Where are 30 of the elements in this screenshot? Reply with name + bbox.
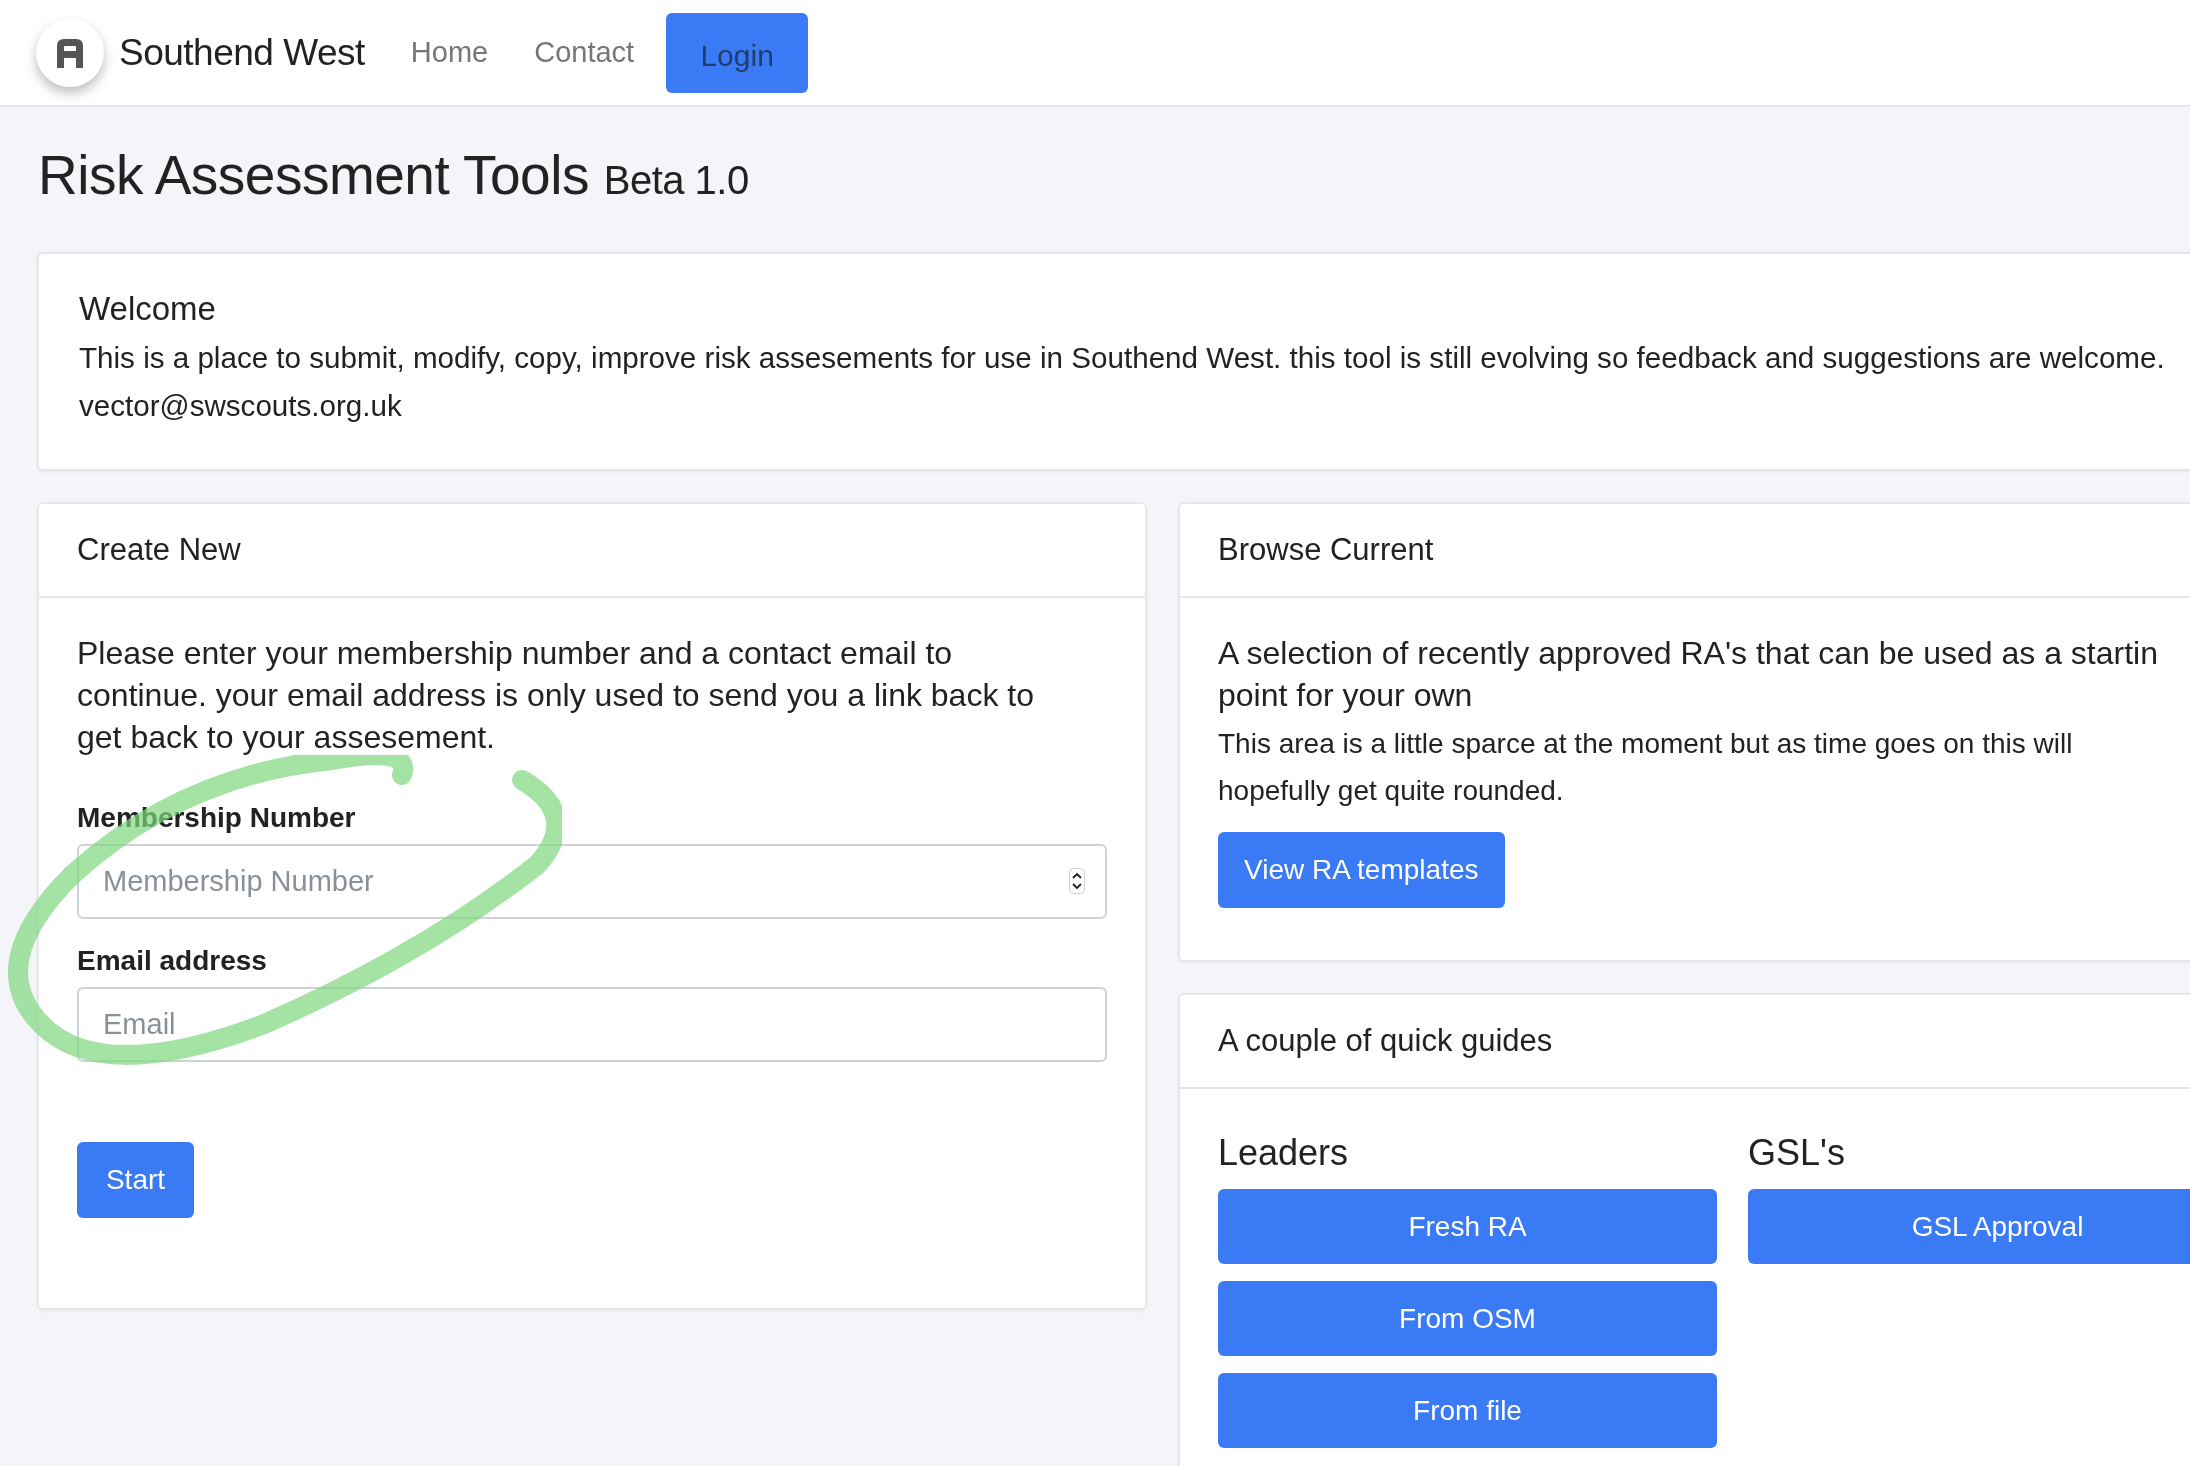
description-text: A selection of recently approved RA's that can be used as a startin bbox=[1218, 634, 2159, 673]
intro-text: Please enter your membership number and a contact email to continue. your email address is only used to send you a link back to get back to your assesement. bbox=[77, 634, 1035, 757]
card-header: A couple of quick guides bbox=[1218, 1023, 1553, 1059]
card-header: Create New bbox=[77, 532, 241, 568]
guide-button[interactable]: From OSM bbox=[1218, 1281, 1717, 1356]
welcome-title: Welcome bbox=[79, 290, 217, 328]
view-templates-button[interactable]: View RA templates bbox=[1218, 832, 1505, 908]
guide-button[interactable]: GSL Approval bbox=[1748, 1189, 2190, 1264]
description-text: point for your own bbox=[1218, 676, 1474, 715]
version-label: Beta 1.0 bbox=[603, 158, 749, 202]
field-label: Email address bbox=[77, 944, 268, 978]
guide-button[interactable]: Fresh RA bbox=[1218, 1189, 1717, 1264]
nav-link[interactable]: Home bbox=[410, 36, 489, 69]
brand-name[interactable]: Southend West bbox=[119, 31, 365, 74]
number-field[interactable]: Membership Number bbox=[77, 844, 1107, 919]
group-title: GSL's bbox=[1748, 1131, 1846, 1175]
guide-button[interactable]: From file bbox=[1218, 1373, 1717, 1448]
start-button[interactable]: Start bbox=[77, 1142, 194, 1218]
spinner-icon[interactable] bbox=[1069, 868, 1085, 894]
welcome-text: This is a place to submit, modify, copy, improve risk assesements for use in Southend West. this tool is still evolving so feedback and suggestions are welcome. bbox=[79, 340, 2166, 376]
group-title: Leaders bbox=[1218, 1131, 1350, 1175]
page-title: Risk Assessment Tools bbox=[38, 144, 589, 206]
logo-icon[interactable] bbox=[36, 18, 104, 87]
login-button[interactable]: Login bbox=[666, 12, 809, 93]
contact-email: vector@swscouts.org.uk bbox=[79, 388, 403, 424]
info-text: This area is a little sparce at the moment but as time goes on this will hopefully get quite rounded. bbox=[1218, 727, 2074, 808]
field-label: Membership Number bbox=[77, 801, 357, 835]
card-header: Browse Current bbox=[1218, 532, 1434, 568]
email-field[interactable]: Email bbox=[77, 987, 1107, 1062]
nav-link[interactable]: Contact bbox=[534, 36, 635, 69]
